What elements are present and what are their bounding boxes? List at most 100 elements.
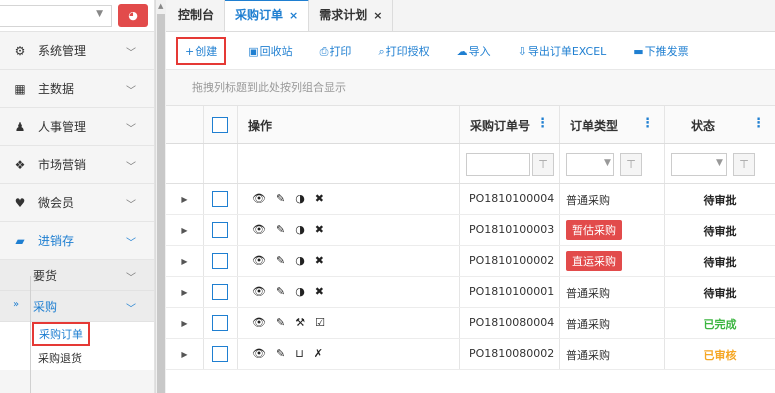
row-po-cell: PO1810080004 xyxy=(460,308,560,338)
column-menu-icon[interactable]: ⋮ xyxy=(536,116,549,131)
delete-icon[interactable]: ✖ xyxy=(315,223,324,236)
sidebar-subitem-label: 采购 xyxy=(33,299,58,314)
action-icon[interactable]: ◑ xyxy=(295,285,305,298)
filter-icon[interactable]: ⊤ xyxy=(733,153,755,176)
row-operations-cell: 👁 ✎ ◑ ✖ xyxy=(238,184,460,214)
view-icon[interactable]: 👁 xyxy=(252,316,266,329)
print-auth-button[interactable]: ⌕打印授权 xyxy=(378,43,429,59)
table-row[interactable]: ▶ 👁 ✎ ◑ ✖ PO1810100001 普通采购 待审批 xyxy=(166,277,775,308)
status-badge: 待审批 xyxy=(703,225,737,238)
view-icon[interactable]: 👁 xyxy=(252,223,266,236)
column-header-status[interactable]: 状态 ⋮ xyxy=(665,106,775,143)
row-po-cell: PO1810100004 xyxy=(460,184,560,214)
tab-console[interactable]: 控制台 xyxy=(168,0,226,31)
sidebar-item-label: 微会员 xyxy=(38,196,75,210)
expand-row-icon[interactable]: ▶ xyxy=(166,215,203,246)
edit-icon[interactable]: ✎ xyxy=(276,254,285,267)
row-checkbox-cell xyxy=(204,184,238,214)
row-checkbox[interactable] xyxy=(212,222,228,238)
create-button[interactable]: +创建 xyxy=(176,36,227,65)
dashboard-button[interactable]: ◕ xyxy=(118,4,148,27)
tab-demand-plan[interactable]: 需求计划 × xyxy=(309,0,394,31)
edit-icon[interactable]: ✎ xyxy=(276,192,285,205)
table-row[interactable]: ▶ 👁 ✎ ⚒ ☑ PO1810080004 普通采购 已完成 xyxy=(166,308,775,339)
action-icon[interactable]: ◑ xyxy=(295,192,305,205)
row-operations-cell: 👁 ✎ ⊔ ✗ xyxy=(238,339,460,369)
edit-icon[interactable]: ✎ xyxy=(276,285,285,298)
sidebar-subitem-requisition[interactable]: 要货 ﹀ xyxy=(0,260,154,291)
sidebar-subitem-purchase[interactable]: » 采购 ﹀ xyxy=(0,291,154,322)
order-type: 普通采购 xyxy=(566,194,610,207)
sidebar-item-marketing[interactable]: ❖ 市场营销 ﹀ xyxy=(0,146,154,184)
column-menu-icon[interactable]: ⋮ xyxy=(641,116,654,131)
table-row[interactable]: ▶ 👁 ✎ ◑ ✖ PO1810100004 普通采购 待审批 xyxy=(166,184,775,215)
action-icon[interactable]: ⚒ xyxy=(295,316,305,329)
column-header-order-type[interactable]: 订单类型 ⋮ xyxy=(560,106,665,143)
expand-row-icon[interactable]: ▶ xyxy=(166,246,203,277)
column-header-po-number[interactable]: 采购订单号 ⋮ xyxy=(460,106,560,143)
filter-icon[interactable]: ⊤ xyxy=(620,153,642,176)
sidebar-search-select[interactable]: ▼ xyxy=(0,5,112,27)
sidebar-leaf-purchase-return[interactable]: 采购退货 xyxy=(0,346,154,370)
delete-icon[interactable]: ☑ xyxy=(315,316,325,329)
row-checkbox[interactable] xyxy=(212,191,228,207)
edit-icon[interactable]: ✎ xyxy=(276,316,285,329)
sidebar-leaf-purchase-order[interactable]: 采购订单 xyxy=(0,322,154,346)
recycle-bin-button[interactable]: ▣回收站 xyxy=(248,43,292,59)
select-all-checkbox[interactable] xyxy=(212,117,228,133)
delete-icon[interactable]: ✖ xyxy=(315,254,324,267)
sidebar-scrollbar[interactable]: ▲ xyxy=(155,0,166,393)
view-icon[interactable]: 👁 xyxy=(252,285,266,298)
row-checkbox[interactable] xyxy=(212,346,228,362)
view-icon[interactable]: 👁 xyxy=(252,192,266,205)
row-checkbox[interactable] xyxy=(212,284,228,300)
delete-icon[interactable]: ✗ xyxy=(314,347,323,360)
row-status-cell: 已审核 xyxy=(665,339,775,369)
tab-purchase-order[interactable]: 采购订单 × xyxy=(225,0,310,31)
sidebar-item-member[interactable]: ♥ 微会员 ﹀ xyxy=(0,184,154,222)
filter-status-cell: ▼ ⊤ xyxy=(665,144,775,183)
delete-icon[interactable]: ✖ xyxy=(315,192,324,205)
sidebar-item-system[interactable]: ⚙ 系统管理 ﹀ xyxy=(0,32,154,70)
po-number: PO1810080004 xyxy=(469,316,555,329)
action-icon[interactable]: ◑ xyxy=(295,254,305,267)
order-type: 普通采购 xyxy=(566,318,610,331)
chevron-down-icon: ▼ xyxy=(716,158,723,168)
push-invoice-button[interactable]: ▬下推发票 xyxy=(633,43,688,59)
table-row[interactable]: ▶ 👁 ✎ ◑ ✖ PO1810100003 暂估采购 待审批 xyxy=(166,215,775,246)
print-button[interactable]: ⎙打印 xyxy=(320,43,352,59)
recycle-bin-icon: ▣ xyxy=(248,44,259,58)
close-icon[interactable]: × xyxy=(373,9,382,22)
po-filter-input[interactable] xyxy=(466,153,530,176)
column-menu-icon[interactable]: ⋮ xyxy=(752,116,765,131)
edit-icon[interactable]: ✎ xyxy=(276,347,285,360)
sidebar-item-inventory[interactable]: ▰ 进销存 ﹀ xyxy=(0,222,154,260)
expand-row-icon[interactable]: ▶ xyxy=(166,277,203,308)
row-checkbox-cell xyxy=(204,215,238,245)
close-icon[interactable]: × xyxy=(289,9,298,22)
filter-icon[interactable]: ⊤ xyxy=(532,153,554,176)
table-row[interactable]: ▶ 👁 ✎ ⊔ ✗ PO1810080002 普通采购 已审核 xyxy=(166,339,775,370)
action-icon[interactable]: ◑ xyxy=(295,223,305,236)
group-by-drop-zone[interactable]: 拖拽列标题到此处按列组合显示 xyxy=(166,70,775,106)
expand-row-icon[interactable]: ▶ xyxy=(166,184,203,215)
expand-row-icon[interactable]: ▶ xyxy=(166,339,203,370)
scrollbar-thumb[interactable] xyxy=(157,14,165,393)
sidebar-item-hr[interactable]: ♟ 人事管理 ﹀ xyxy=(0,108,154,146)
edit-icon[interactable]: ✎ xyxy=(276,223,285,236)
delete-icon[interactable]: ✖ xyxy=(315,285,324,298)
view-icon[interactable]: 👁 xyxy=(252,254,266,267)
sidebar-item-masterdata[interactable]: ▦ 主数据 ﹀ xyxy=(0,70,154,108)
expand-row-icon[interactable]: ▶ xyxy=(166,308,203,339)
action-icon[interactable]: ⊔ xyxy=(295,347,304,360)
scroll-up-arrow-icon[interactable]: ▲ xyxy=(158,2,163,10)
export-excel-button[interactable]: ⇩导出订单EXCEL xyxy=(518,43,607,59)
table-row[interactable]: ▶ 👁 ✎ ◑ ✖ PO1810100002 直运采购 待审批 xyxy=(166,246,775,277)
row-checkbox[interactable] xyxy=(212,315,228,331)
status-badge: 待审批 xyxy=(703,287,737,300)
row-checkbox[interactable] xyxy=(212,253,228,269)
order-type: 普通采购 xyxy=(566,287,610,300)
row-actions: 👁 ✎ ◑ ✖ xyxy=(252,285,324,298)
import-button[interactable]: ☁导入 xyxy=(457,43,491,59)
view-icon[interactable]: 👁 xyxy=(252,347,266,360)
